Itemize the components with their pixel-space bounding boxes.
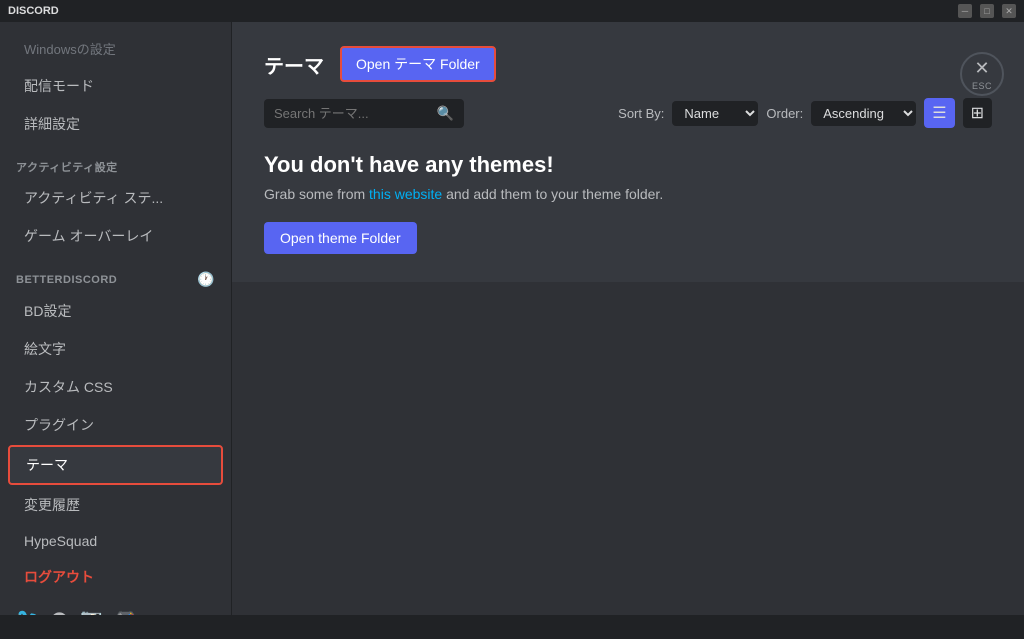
sidebar-item-bd-settings[interactable]: BD設定	[8, 293, 223, 329]
content-header: テーマ Open テーマ Folder	[264, 46, 992, 82]
order-label: Order:	[766, 106, 803, 121]
open-folder-button[interactable]: Open テーマ Folder	[340, 46, 496, 82]
empty-open-folder-button[interactable]: Open theme Folder	[264, 222, 417, 254]
sort-by-label: Sort By:	[618, 106, 664, 121]
minimize-btn[interactable]: ─	[958, 4, 972, 18]
search-icon: 🔍	[437, 105, 454, 122]
esc-label: ESC	[972, 81, 992, 91]
sort-by-select[interactable]: Name Modified Size	[672, 101, 758, 126]
this-website-link[interactable]: this website	[369, 186, 442, 202]
window-controls: ─ □ ✕	[958, 4, 1016, 18]
sidebar-item-themes[interactable]: テーマ	[8, 445, 223, 485]
sidebar-item-hypesquad[interactable]: HypeSquad	[8, 525, 223, 557]
facebook-icon[interactable]: 🅕	[50, 608, 68, 615]
discord-icon[interactable]: 🎮	[115, 608, 137, 615]
sidebar-item-windows-settings[interactable]: Windowsの設定	[8, 31, 223, 66]
logout-item[interactable]: ログアウト	[8, 559, 223, 595]
search-input[interactable]	[274, 106, 431, 121]
sidebar-item-advanced[interactable]: 詳細設定	[8, 106, 223, 142]
page-title: テーマ	[264, 50, 324, 79]
sidebar-item-broadcast-mode[interactable]: 配信モード	[8, 68, 223, 104]
maximize-btn[interactable]: □	[980, 4, 994, 18]
content-area: テーマ Open テーマ Folder 🔍 Sort By: Name Modi…	[232, 22, 1024, 282]
close-btn[interactable]: ✕	[1002, 4, 1016, 18]
sidebar: Windowsの設定 配信モード 詳細設定 アクティビティ設定 アクティビティ …	[0, 22, 232, 615]
twitter-icon[interactable]: 🐦	[16, 608, 38, 615]
order-select[interactable]: Ascending Descending	[811, 101, 916, 126]
sidebar-item-custom-css[interactable]: カスタム CSS	[8, 369, 223, 405]
social-icons: 🐦 🅕 📷 🎮	[0, 596, 231, 615]
sidebar-item-plugins[interactable]: プラグイン	[8, 407, 223, 443]
sidebar-item-changelog[interactable]: 変更履歴	[8, 487, 223, 523]
empty-title: You don't have any themes!	[264, 152, 992, 178]
sidebar-footer: ログアウト 🐦 🅕 📷 🎮 Stable B7709 (739583f) Bet…	[0, 558, 231, 615]
grid-view-button[interactable]: ⊞	[963, 98, 992, 128]
search-box: 🔍	[264, 99, 464, 128]
betterdiscord-section-label: BETTERDISCORD 🕐	[0, 255, 231, 292]
app-title: DISCORD	[8, 5, 59, 17]
main-layout: Windowsの設定 配信モード 詳細設定 アクティビティ設定 アクティビティ …	[0, 22, 1024, 615]
sidebar-item-game-overlay[interactable]: ゲーム オーバーレイ	[8, 218, 223, 254]
esc-button[interactable]: ✕ ESC	[960, 52, 1004, 96]
sort-controls: Sort By: Name Modified Size Order: Ascen…	[618, 98, 992, 128]
sidebar-item-activity-status[interactable]: アクティビティ ステ...	[8, 180, 223, 216]
instagram-icon[interactable]: 📷	[80, 608, 102, 615]
titlebar: DISCORD ─ □ ✕	[0, 0, 1024, 22]
esc-x-icon: ✕	[974, 58, 989, 79]
search-sort-row: 🔍 Sort By: Name Modified Size Order: Asc…	[264, 98, 992, 128]
empty-description: Grab some from this website and add them…	[264, 186, 992, 202]
activity-section-label: アクティビティ設定	[0, 143, 231, 179]
content-wrapper: テーマ Open テーマ Folder 🔍 Sort By: Name Modi…	[232, 22, 1024, 615]
history-icon: 🕐	[197, 271, 215, 288]
empty-state: You don't have any themes! Grab some fro…	[264, 148, 992, 258]
bottom-bar	[0, 615, 1024, 639]
sidebar-item-emoji[interactable]: 絵文字	[8, 331, 223, 367]
list-view-button[interactable]: ☰	[924, 98, 954, 128]
